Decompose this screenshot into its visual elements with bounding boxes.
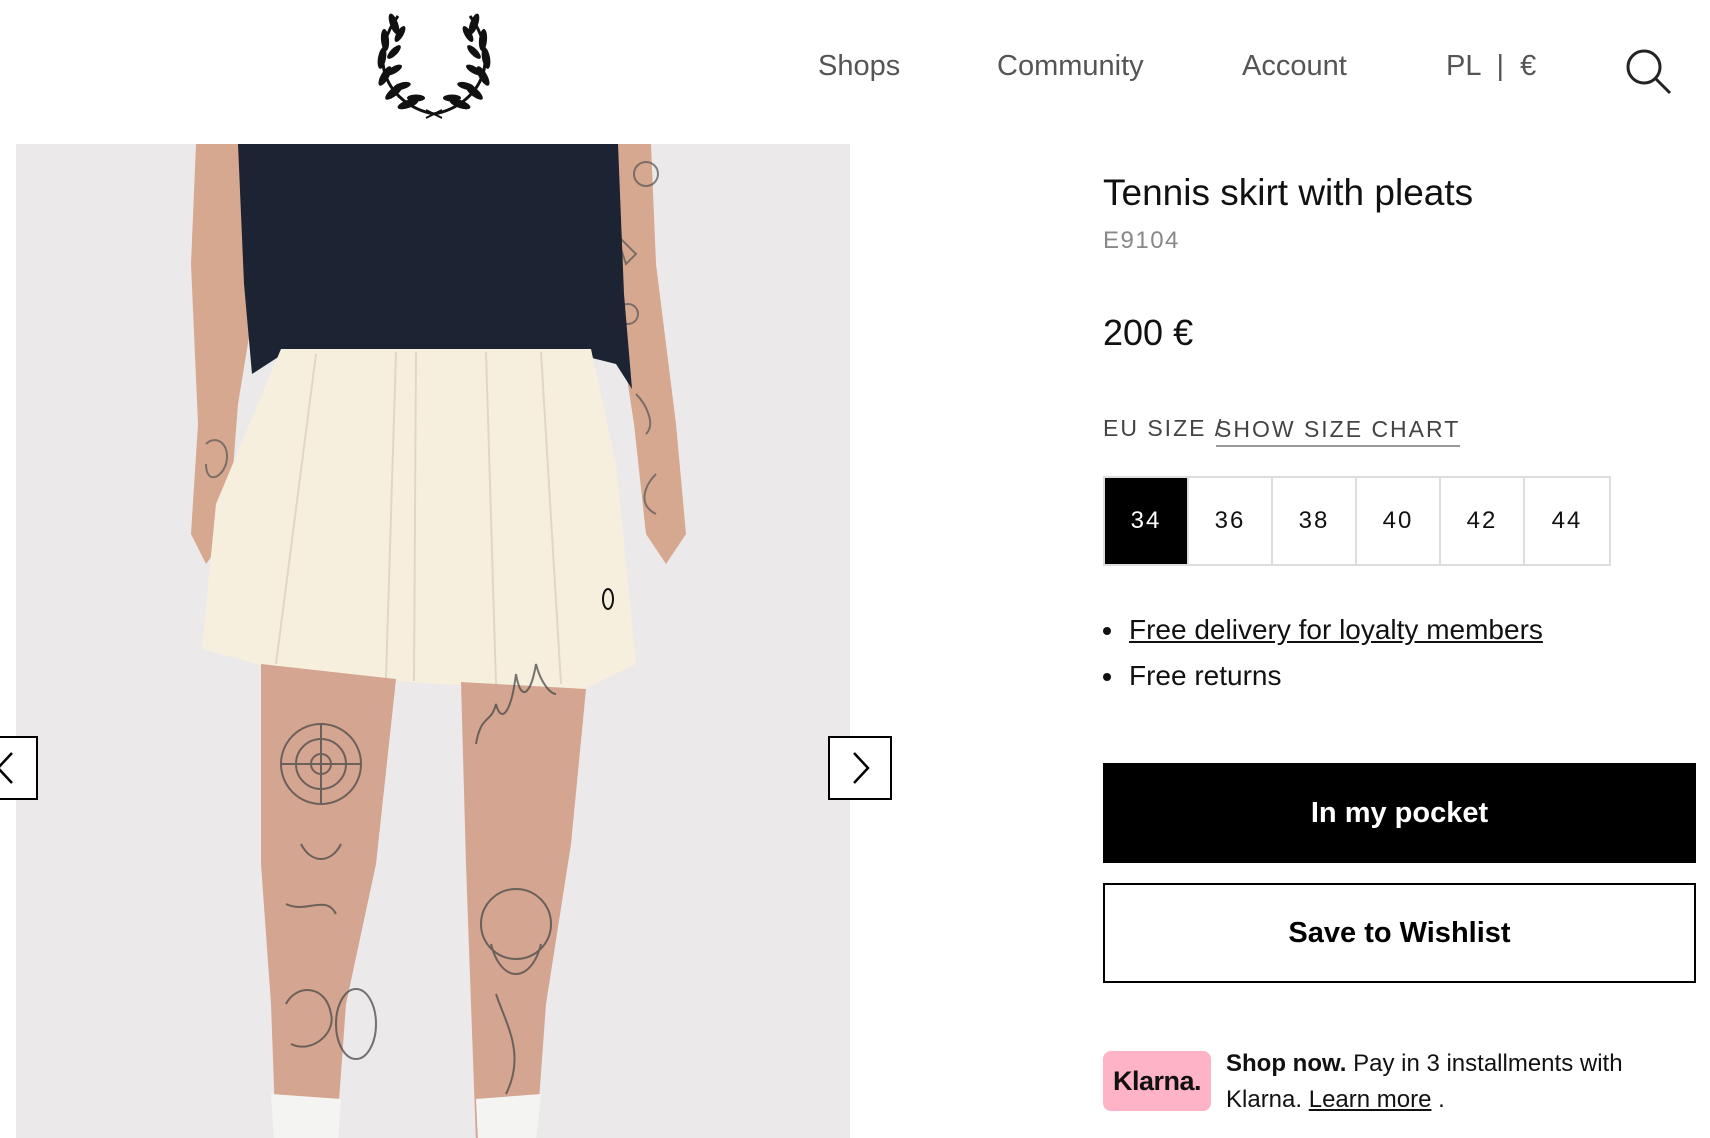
laurel-wreath-icon xyxy=(377,13,491,119)
product-sku: E9104 xyxy=(1103,227,1180,254)
search-icon xyxy=(1626,49,1672,95)
klarna-logo: Klarna. xyxy=(1103,1051,1211,1111)
klarna-suffix: . xyxy=(1431,1086,1445,1113)
size-selector: 34 36 38 40 42 44 xyxy=(1103,476,1611,566)
product-photo xyxy=(16,144,850,1138)
size-chart-link[interactable]: SHOW SIZE CHART xyxy=(1216,416,1461,447)
gallery-next-button[interactable] xyxy=(828,736,892,800)
klarna-message: Shop now. Pay in 3 installments with Kla… xyxy=(1226,1046,1686,1118)
product-title: Tennis skirt with pleats xyxy=(1103,172,1474,213)
add-to-cart-button[interactable]: In my pocket xyxy=(1103,763,1696,863)
size-option-44[interactable]: 44 xyxy=(1525,478,1609,564)
perk-returns: Free returns xyxy=(1103,660,1543,692)
chevron-left-icon xyxy=(0,752,13,784)
nav-shops[interactable]: Shops xyxy=(818,50,900,83)
search-button[interactable] xyxy=(1625,48,1673,96)
size-label: EU SIZE / xyxy=(1103,415,1224,441)
brand-logo[interactable] xyxy=(372,10,496,120)
size-option-38[interactable]: 38 xyxy=(1273,478,1357,564)
size-option-40[interactable]: 40 xyxy=(1357,478,1441,564)
chevron-right-icon xyxy=(853,752,870,784)
locale-currency-selector[interactable]: PL | € xyxy=(1446,50,1536,83)
free-delivery-link[interactable]: Free delivery for loyalty members xyxy=(1129,614,1543,645)
perks-list: Free delivery for loyalty members Free r… xyxy=(1103,614,1543,706)
perk-delivery: Free delivery for loyalty members xyxy=(1103,614,1543,646)
product-image-gallery[interactable] xyxy=(16,144,850,1138)
size-option-36[interactable]: 36 xyxy=(1189,478,1273,564)
gallery-prev-button[interactable] xyxy=(0,736,38,800)
klarna-learn-more-link[interactable]: Learn more xyxy=(1309,1086,1432,1113)
size-option-42[interactable]: 42 xyxy=(1441,478,1525,564)
size-option-34[interactable]: 34 xyxy=(1105,478,1189,564)
nav-community[interactable]: Community xyxy=(997,50,1144,83)
nav-account[interactable]: Account xyxy=(1242,50,1347,83)
product-price: 200 € xyxy=(1103,312,1194,353)
klarna-bold: Shop now. xyxy=(1226,1050,1347,1077)
save-to-wishlist-button[interactable]: Save to Wishlist xyxy=(1103,883,1696,983)
